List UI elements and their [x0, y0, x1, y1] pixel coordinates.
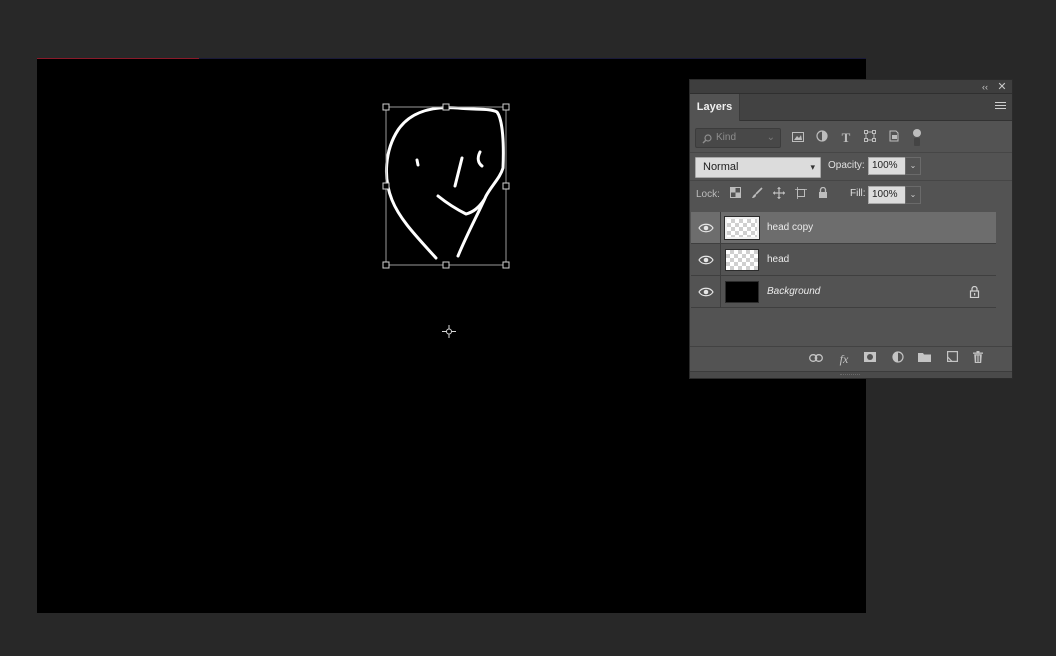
filter-kind-select[interactable]: Kind ⌄: [695, 128, 781, 148]
delete-layer-icon[interactable]: [970, 351, 986, 367]
close-panel-button[interactable]: ✕: [995, 80, 1009, 94]
lock-all-icon[interactable]: [815, 186, 831, 203]
lock-position-icon[interactable]: [771, 187, 787, 203]
transform-handle-bottom-right[interactable]: [502, 261, 510, 269]
lock-icon[interactable]: [969, 285, 981, 299]
new-layer-icon[interactable]: [944, 351, 960, 367]
opacity-dropdown-button[interactable]: ⌄: [905, 157, 921, 175]
row-separator: [720, 244, 721, 276]
chevron-down-icon: ▾: [810, 162, 815, 172]
filter-kind-label: Kind: [716, 132, 737, 143]
panel-title-bar[interactable]: ‹‹ ✕: [690, 80, 1012, 94]
layer-thumbnail[interactable]: [725, 249, 759, 271]
lock-artboard-icon[interactable]: [793, 187, 809, 203]
adjustment-filter-icon[interactable]: [814, 130, 830, 146]
fill-label: Fill:: [850, 188, 866, 199]
transform-handle-top-right[interactable]: [502, 103, 510, 111]
panel-tab-row: Layers: [690, 94, 1012, 121]
lock-label: Lock:: [696, 189, 720, 200]
layer-row-background[interactable]: Background: [691, 276, 996, 308]
smart-object-filter-icon[interactable]: [886, 130, 902, 146]
panel-resize-grip[interactable]: [690, 371, 1012, 378]
transform-handle-middle-right[interactable]: [502, 182, 510, 190]
layer-name[interactable]: Background: [767, 276, 820, 308]
new-adjustment-icon[interactable]: [890, 351, 906, 367]
new-group-icon[interactable]: [916, 351, 932, 367]
link-layers-icon[interactable]: [808, 351, 824, 367]
layer-thumbnail[interactable]: [725, 281, 759, 303]
image-filter-icon[interactable]: [790, 130, 806, 146]
visibility-eye-icon[interactable]: [698, 286, 714, 298]
visibility-eye-icon[interactable]: [698, 222, 714, 234]
opacity-input[interactable]: 100%: [868, 157, 906, 175]
shape-filter-icon[interactable]: [862, 130, 878, 146]
fill-input[interactable]: 100%: [868, 186, 906, 204]
transform-handle-top-left[interactable]: [382, 103, 390, 111]
layer-row-head[interactable]: head: [691, 244, 996, 276]
layers-list: head copy head Background: [691, 212, 996, 344]
layer-name[interactable]: head copy: [767, 212, 813, 244]
visibility-eye-icon[interactable]: [698, 254, 714, 266]
panel-divider: [690, 180, 1012, 181]
layer-name[interactable]: head: [767, 244, 789, 276]
fill-dropdown-button[interactable]: ⌄: [905, 186, 921, 204]
layers-panel: ‹‹ ✕ Layers Kind ⌄ T Normal ▾ Opacity: 1…: [689, 79, 1013, 379]
layer-thumbnail[interactable]: [724, 216, 760, 240]
blend-mode-select[interactable]: Normal ▾: [695, 157, 821, 178]
blend-mode-value: Normal: [703, 161, 739, 173]
layer-filter-row: Kind ⌄ T: [695, 128, 1005, 148]
layer-row-head-copy[interactable]: head copy: [691, 212, 996, 244]
panel-menu-icon[interactable]: [995, 102, 1006, 111]
transform-handle-bottom-left[interactable]: [382, 261, 390, 269]
collapse-panel-button[interactable]: ‹‹: [978, 80, 992, 94]
lock-row: Lock: Fill: 100% ⌄: [695, 185, 1013, 205]
panel-divider: [690, 152, 1012, 153]
transform-handle-middle-left[interactable]: [382, 182, 390, 190]
layers-panel-toolbar: fx: [690, 346, 1012, 370]
transform-handle-bottom-middle[interactable]: [442, 261, 450, 269]
row-separator: [720, 212, 721, 244]
opacity-label: Opacity:: [828, 160, 865, 171]
lock-image-pixels-icon[interactable]: [749, 187, 765, 203]
search-icon: [702, 134, 712, 144]
blend-row: Normal ▾ Opacity: 100% ⌄: [695, 157, 1013, 178]
lock-transparent-pixels-icon[interactable]: [727, 187, 743, 203]
type-filter-icon[interactable]: T: [838, 130, 854, 146]
add-mask-icon[interactable]: [862, 351, 878, 367]
transform-handle-top-middle[interactable]: [442, 103, 450, 111]
layer-style-icon[interactable]: fx: [836, 351, 852, 367]
filter-toggle-switch[interactable]: [912, 128, 922, 148]
tab-layers[interactable]: Layers: [690, 94, 740, 121]
row-separator: [720, 276, 721, 308]
chevron-down-icon: ⌄: [766, 132, 775, 143]
